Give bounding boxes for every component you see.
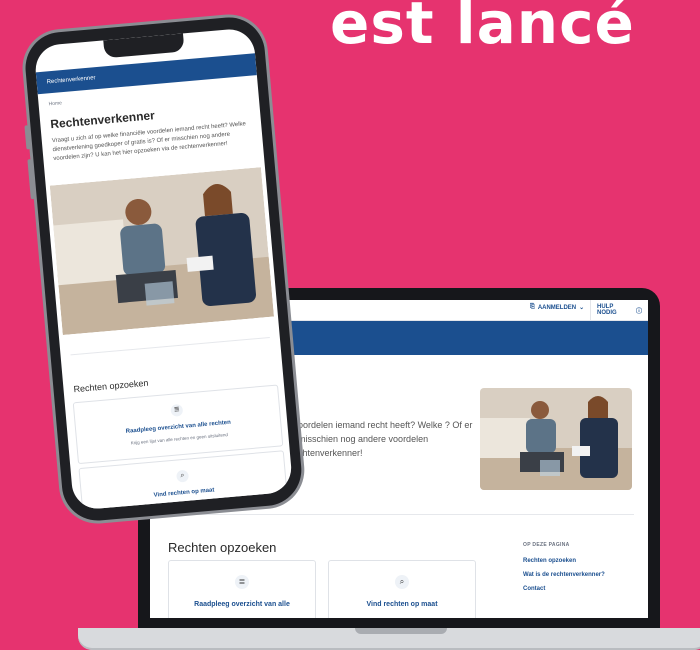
phone-side-button bbox=[24, 125, 31, 150]
breadcrumb[interactable]: Home bbox=[48, 100, 62, 107]
section-title: Rechten opzoeken bbox=[168, 540, 277, 555]
overview-card-label: Raadpleeg overzicht van alle bbox=[194, 601, 290, 608]
help-button[interactable]: HULP NODIG ⓘ bbox=[590, 300, 648, 320]
phone-screen: Rechtenverkenner Home Rechtenverkenner V… bbox=[33, 27, 294, 511]
chevron-down-icon: ⌄ bbox=[579, 305, 585, 311]
sidebar-title: OP DEZE PAGINA bbox=[523, 542, 570, 548]
hero-photo bbox=[480, 388, 632, 490]
sidebar-link-wat-is[interactable]: Wat is de rechtenverkenner? bbox=[523, 572, 605, 578]
list-icon: ≣ bbox=[235, 575, 249, 589]
hero-photo bbox=[49, 167, 274, 336]
page-title: Rechtenverkenner bbox=[49, 108, 156, 132]
divider bbox=[70, 336, 270, 356]
list-icon: ≣ bbox=[170, 403, 184, 417]
headline: est lancé bbox=[330, 0, 635, 57]
search-icon: ⌕ bbox=[176, 469, 190, 483]
laptop-notch bbox=[355, 628, 447, 634]
login-label: AANMELDEN bbox=[537, 304, 577, 311]
phone-frame: Rechtenverkenner Home Rechtenverkenner V… bbox=[22, 14, 305, 524]
search-card-label: Vind rechten op maat bbox=[153, 487, 215, 499]
help-icon: ⓘ bbox=[635, 308, 642, 315]
login-icon: ⎘ bbox=[530, 304, 535, 310]
overview-card[interactable]: ≣ Raadpleeg overzicht van alle bbox=[168, 560, 316, 618]
sidebar-link-contact[interactable]: Contact bbox=[523, 586, 545, 592]
search-card[interactable]: ⌕ Vind rechten op maat bbox=[328, 560, 476, 618]
search-card-label: Vind rechten op maat bbox=[366, 601, 438, 608]
search-icon: ⌕ bbox=[395, 575, 409, 589]
phone-side-button bbox=[27, 159, 35, 200]
help-label: HULP NODIG bbox=[597, 304, 617, 316]
login-button[interactable]: ⎘ AANMELDEN ⌄ bbox=[530, 304, 584, 311]
section-title: Rechten opzoeken bbox=[73, 377, 149, 395]
sidebar-link-rechten[interactable]: Rechten opzoeken bbox=[523, 558, 576, 564]
intro-text: oordelen iemand recht heeft? Welke ? Of … bbox=[298, 420, 473, 458]
phone-mockup: Rechtenverkenner Home Rechtenverkenner V… bbox=[0, 0, 320, 524]
